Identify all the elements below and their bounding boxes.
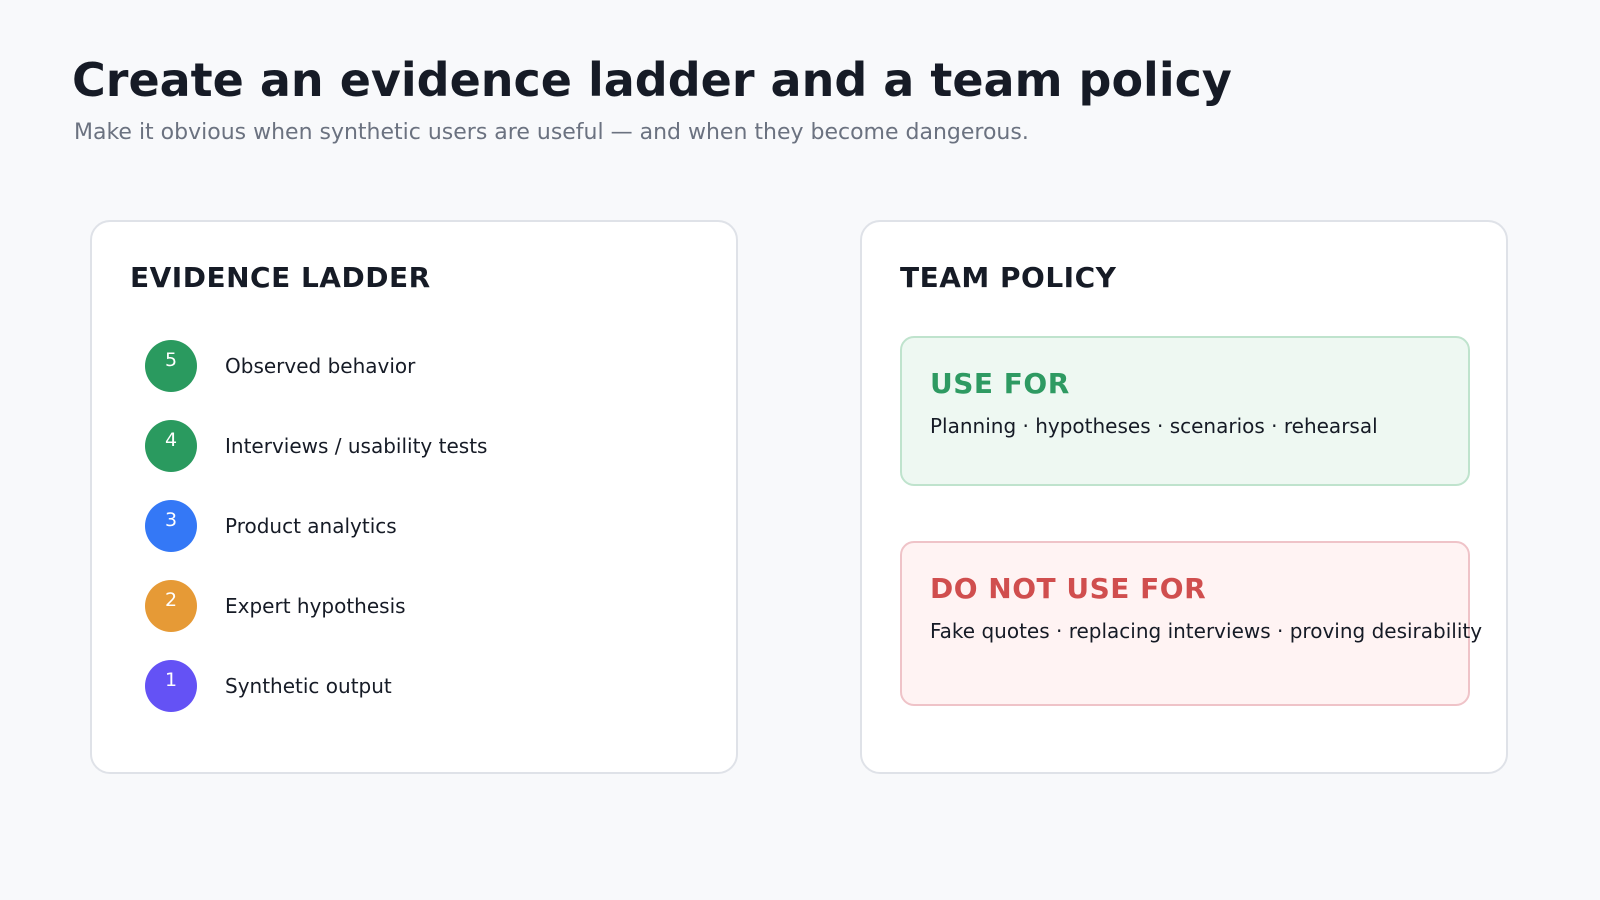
- use-for-title: USE FOR: [930, 367, 1070, 400]
- step-label: Synthetic output: [225, 674, 392, 698]
- step-number-badge: 3: [145, 500, 197, 552]
- step-number-badge: 4: [145, 420, 197, 472]
- step-label: Product analytics: [225, 514, 397, 538]
- step-label: Interviews / usability tests: [225, 434, 488, 458]
- ladder-step-2: 2 Expert hypothesis: [145, 580, 705, 632]
- do-not-use-for-text: Fake quotes · replacing interviews · pro…: [930, 619, 1483, 643]
- evidence-ladder-card: EVIDENCE LADDER 5 Observed behavior 4 In…: [90, 220, 738, 774]
- ladder-step-4: 4 Interviews / usability tests: [145, 420, 705, 472]
- team-policy-card: TEAM POLICY USE FOR Planning · hypothese…: [860, 220, 1508, 774]
- step-number-badge: 2: [145, 580, 197, 632]
- ladder-step-5: 5 Observed behavior: [145, 340, 705, 392]
- use-for-box: USE FOR Planning · hypotheses · scenario…: [900, 336, 1470, 486]
- evidence-ladder-heading: EVIDENCE LADDER: [130, 261, 431, 294]
- step-label: Expert hypothesis: [225, 594, 406, 618]
- use-for-text: Planning · hypotheses · scenarios · rehe…: [930, 414, 1378, 438]
- team-policy-heading: TEAM POLICY: [900, 261, 1117, 294]
- step-label: Observed behavior: [225, 354, 416, 378]
- step-number-badge: 1: [145, 660, 197, 712]
- do-not-use-for-title: DO NOT USE FOR: [930, 572, 1207, 605]
- page-subtitle: Make it obvious when synthetic users are…: [74, 120, 1029, 145]
- ladder-step-1: 1 Synthetic output: [145, 660, 705, 712]
- ladder-step-3: 3 Product analytics: [145, 500, 705, 552]
- page-title: Create an evidence ladder and a team pol…: [72, 53, 1232, 107]
- step-number-badge: 5: [145, 340, 197, 392]
- do-not-use-for-box: DO NOT USE FOR Fake quotes · replacing i…: [900, 541, 1482, 706]
